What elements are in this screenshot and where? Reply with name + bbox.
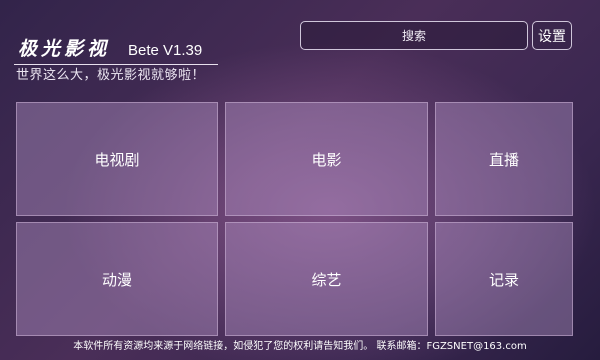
- category-label: 直播: [488, 150, 519, 169]
- category-tile-tv-series[interactable]: 电视剧: [16, 102, 218, 216]
- category-tile-anime[interactable]: 动漫: [16, 222, 218, 336]
- tagline: 世界这么大，极光影视就够啦！: [16, 68, 206, 83]
- category-tile-live[interactable]: 直播: [435, 102, 573, 216]
- category-tile-variety[interactable]: 综艺: [225, 222, 428, 336]
- search-label: 搜索: [401, 29, 426, 43]
- category-label: 动漫: [101, 270, 132, 289]
- category-label: 电视剧: [94, 150, 140, 169]
- title-divider: [14, 64, 218, 65]
- category-label: 综艺: [311, 270, 342, 289]
- settings-button[interactable]: 设置: [532, 21, 572, 50]
- category-tile-documentary[interactable]: 记录: [435, 222, 573, 336]
- search-button[interactable]: 搜索: [300, 21, 528, 50]
- app-title: 极光影视: [18, 38, 111, 60]
- category-label: 记录: [488, 270, 519, 289]
- footer-disclaimer: 本软件所有资源均来源于网络链接，如侵犯了您的权利请告知我们。 联系邮箱：FGZS…: [73, 341, 527, 352]
- settings-label: 设置: [538, 28, 566, 45]
- category-tile-movies[interactable]: 电影: [225, 102, 428, 216]
- category-label: 电影: [311, 150, 342, 169]
- app-version: Bete V1.39: [128, 42, 203, 59]
